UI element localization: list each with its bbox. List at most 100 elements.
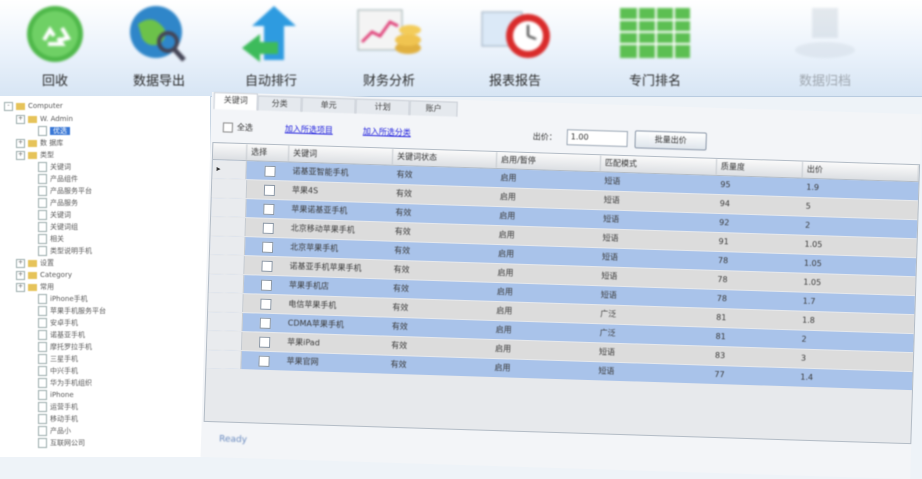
- expand-icon[interactable]: +: [16, 150, 25, 160]
- column-header[interactable]: 启用/暂停: [496, 151, 602, 172]
- row-header[interactable]: [211, 198, 247, 218]
- tree-item[interactable]: 中兴手机: [38, 365, 78, 377]
- row-header[interactable]: [210, 217, 247, 237]
- tab-account[interactable]: 账户: [409, 100, 458, 117]
- column-header[interactable]: 选择: [246, 144, 290, 162]
- row-checkbox[interactable]: [258, 336, 271, 348]
- tab-keywords[interactable]: 关键词: [213, 92, 258, 111]
- document-icon: [38, 438, 47, 448]
- tree-item-label: 关键词: [50, 163, 71, 171]
- status-text: Ready: [218, 434, 248, 446]
- expand-icon[interactable]: +: [16, 114, 25, 124]
- tree-item[interactable]: 类型说明手机: [38, 245, 92, 257]
- row-header[interactable]: [206, 330, 243, 351]
- row-checkbox[interactable]: [259, 317, 271, 329]
- row-checkbox[interactable]: [261, 260, 273, 272]
- table-cell: 1.05: [803, 258, 822, 269]
- row-header[interactable]: [209, 236, 246, 256]
- document-icon: [38, 306, 47, 316]
- table-cell: 有效: [395, 207, 412, 218]
- row-checkbox[interactable]: [264, 165, 276, 178]
- tree-item[interactable]: 苹果手机服务平台: [38, 305, 106, 317]
- add-selected-items-link[interactable]: 加入所选项目: [285, 123, 333, 136]
- column-header[interactable]: 质量度: [716, 158, 804, 178]
- tree-item[interactable]: 运营手机: [38, 401, 78, 413]
- row-checkbox[interactable]: [263, 203, 275, 216]
- tree-item[interactable]: iPhone: [38, 389, 74, 401]
- toolbar-button-export[interactable]: 数据导出: [104, 0, 214, 94]
- column-header[interactable]: 关键词: [288, 145, 394, 165]
- tab-category[interactable]: 分类: [257, 95, 302, 112]
- tree-item-label: 诺基亚手机: [50, 331, 85, 339]
- row-checkbox[interactable]: [263, 184, 276, 197]
- table-cell: 有效: [393, 245, 411, 256]
- tree-item[interactable]: 关键词: [38, 209, 71, 221]
- tab-unit[interactable]: 单元: [301, 96, 356, 114]
- row-checkbox[interactable]: [261, 241, 274, 253]
- tree-folder[interactable]: + 数 据库: [16, 137, 63, 149]
- row-header[interactable]: [211, 179, 248, 199]
- toolbar-button-recycle[interactable]: 回收: [0, 0, 110, 94]
- tree-item[interactable]: 优选: [38, 125, 70, 137]
- table-cell: 有效: [390, 340, 408, 351]
- tab-plan[interactable]: 计划: [355, 98, 410, 116]
- tree-item[interactable]: iPhone手机: [38, 293, 88, 305]
- tree-item[interactable]: 产品组件: [38, 173, 78, 185]
- tree-item[interactable]: 相关: [38, 233, 64, 245]
- folder-icon: [28, 271, 37, 279]
- tree-folder[interactable]: + W. Admin: [16, 113, 73, 125]
- price-input[interactable]: 1.00: [566, 129, 628, 148]
- tree-item[interactable]: 安卓手机: [38, 317, 78, 329]
- tree-item[interactable]: 诺基亚手机: [38, 329, 85, 341]
- collapse-icon[interactable]: -: [4, 101, 13, 111]
- table-cell: 1.8: [801, 315, 815, 326]
- expand-icon[interactable]: +: [16, 138, 25, 148]
- tree-item[interactable]: 互联网公司: [38, 437, 85, 449]
- tree-item-label: 相关: [50, 235, 64, 243]
- row-header[interactable]: ▸: [212, 160, 247, 180]
- tree-item[interactable]: 移动手机: [38, 413, 78, 425]
- column-header[interactable]: 关键词状态: [392, 148, 498, 168]
- batch-bid-button[interactable]: 批量出价: [634, 130, 707, 151]
- tree-folder[interactable]: + 常用: [16, 281, 54, 293]
- row-checkbox[interactable]: [262, 222, 274, 235]
- document-icon: [38, 246, 47, 256]
- row-header[interactable]: [208, 274, 245, 294]
- row-header[interactable]: [209, 255, 245, 275]
- tree-item-label: 类型说明手机: [50, 247, 92, 255]
- tree-item[interactable]: 三星手机: [38, 353, 78, 365]
- tree-item[interactable]: 华为手机组织: [38, 377, 92, 389]
- row-checkbox[interactable]: [258, 355, 270, 367]
- tree-item[interactable]: 产品服务: [38, 197, 78, 209]
- toolbar-button-auto-rank[interactable]: 自动排行: [216, 0, 326, 94]
- tree-folder[interactable]: + Category: [16, 269, 72, 281]
- table-cell: 苹果iPad: [287, 337, 320, 348]
- tree-item[interactable]: 关键词组: [38, 221, 78, 233]
- tree-item[interactable]: 关键词: [38, 161, 71, 173]
- expand-icon[interactable]: +: [16, 282, 25, 292]
- toolbar-button-ranking[interactable]: 专门排名: [600, 0, 710, 94]
- tree-item[interactable]: 产品服务平台: [38, 185, 92, 197]
- select-all-checkbox[interactable]: [222, 122, 234, 133]
- tree-item[interactable]: 产品小: [38, 425, 71, 437]
- tree-root[interactable]: - Computer: [4, 100, 63, 112]
- toolbar-button-report[interactable]: 报表报告: [460, 0, 570, 94]
- toolbar-label: 自动排行: [244, 74, 297, 89]
- add-selected-category-link[interactable]: 加入所选分类: [363, 126, 411, 139]
- table-cell: 短语: [600, 290, 617, 300]
- row-header[interactable]: [207, 311, 244, 332]
- table-cell: 有效: [396, 169, 413, 180]
- table-cell: 苹果4S: [291, 185, 319, 196]
- tree-folder[interactable]: + 类型: [16, 149, 54, 161]
- table-cell: 启用: [494, 363, 511, 373]
- expand-icon[interactable]: +: [16, 270, 25, 280]
- tree-folder[interactable]: + 设置: [16, 257, 54, 269]
- expand-icon[interactable]: +: [16, 258, 25, 268]
- row-checkbox[interactable]: [260, 279, 273, 291]
- toolbar-button-finance[interactable]: 财务分析: [334, 0, 444, 94]
- row-header[interactable]: [208, 292, 244, 313]
- row-header[interactable]: [206, 349, 242, 370]
- tree-item[interactable]: 摩托罗拉手机: [38, 341, 92, 353]
- toolbar-button-archive[interactable]: 数据归档: [770, 0, 880, 94]
- row-checkbox[interactable]: [260, 298, 272, 310]
